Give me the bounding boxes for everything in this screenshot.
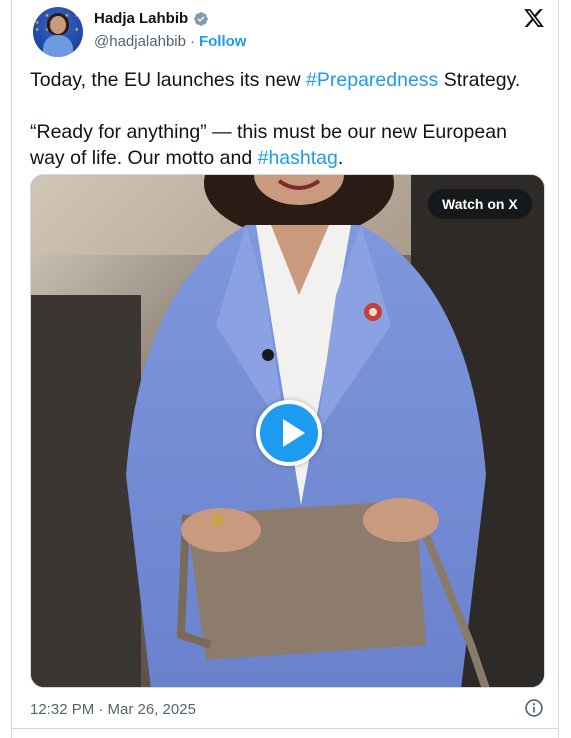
bottom-divider	[12, 728, 558, 729]
hashtag-hashtag-link[interactable]: #hashtag	[258, 147, 338, 169]
hashtag-preparedness-link[interactable]: #Preparedness	[306, 69, 438, 91]
handle-separator: ·	[189, 33, 195, 50]
author-name-row: Hadja Lahbib	[94, 10, 209, 27]
tweet-card: ★ ★ ★ ★ ★★ ★★ ★ ★ ★ ★ Hadja Lahbib @hadj…	[11, 0, 559, 738]
avatar-face	[50, 16, 66, 34]
verified-badge-icon[interactable]	[193, 11, 209, 27]
x-logo-icon[interactable]	[522, 7, 546, 29]
tweet-text: Today, the EU launches its new #Prepared…	[30, 67, 540, 171]
tweet-text-segment: .	[337, 147, 344, 169]
tweet-timestamp[interactable]: 12:32 PM · Mar 26, 2025	[30, 701, 196, 718]
play-icon	[283, 419, 305, 447]
author-handle[interactable]: @hadjalahbib	[94, 33, 186, 50]
tweet-paragraph-2: “Ready for anything” — this must be our …	[30, 119, 540, 171]
info-icon[interactable]	[524, 698, 544, 718]
play-button[interactable]	[256, 400, 322, 466]
author-handle-row: @hadjalahbib · Follow	[94, 33, 246, 50]
watch-on-x-button[interactable]: Watch on X	[428, 189, 532, 219]
follow-button[interactable]: Follow	[199, 33, 247, 50]
avatar-body	[43, 35, 73, 57]
tweet-paragraph-1: Today, the EU launches its new #Prepared…	[30, 67, 540, 93]
video-media[interactable]: Watch on X	[30, 174, 545, 688]
author-avatar[interactable]: ★ ★ ★ ★ ★★ ★★ ★ ★ ★ ★	[33, 7, 83, 57]
tweet-text-segment: Strategy.	[438, 69, 521, 91]
tweet-text-segment: Today, the EU launches its new	[30, 69, 307, 91]
author-display-name[interactable]: Hadja Lahbib	[94, 10, 188, 27]
